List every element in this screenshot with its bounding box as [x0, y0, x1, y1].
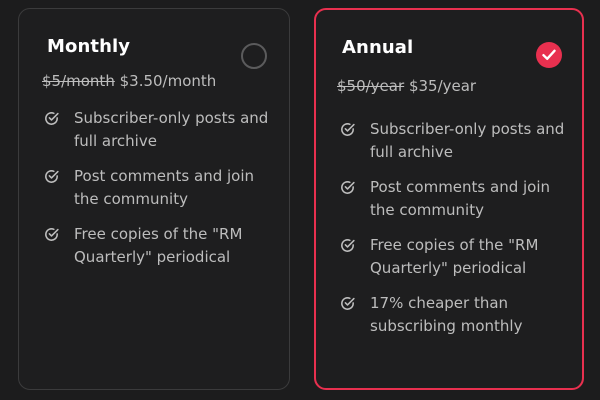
feature-text: Post comments and join the community	[74, 167, 255, 208]
check-circle-icon	[45, 228, 59, 241]
feature-item: Free copies of the "RM Quarterly" period…	[41, 223, 281, 268]
plan-title-annual: Annual	[342, 37, 414, 58]
plan-card-monthly[interactable]: Monthly $5/month $3.50/month Subscriber-…	[18, 8, 290, 390]
plan-radio-monthly[interactable]	[241, 43, 267, 69]
feature-item: Subscriber-only posts and full archive	[41, 107, 281, 152]
feature-item: Subscriber-only posts and full archive	[337, 118, 573, 163]
price-annual: $50/year $35/year	[337, 77, 476, 95]
price-old-monthly: $5/month	[42, 72, 115, 90]
plan-card-annual[interactable]: Annual $50/year $35/year Subscriber-only…	[314, 8, 584, 390]
price-old-annual: $50/year	[337, 77, 405, 95]
check-circle-icon	[341, 181, 355, 194]
price-new-monthly: $3.50/month	[119, 72, 217, 90]
feature-text: Free copies of the "RM Quarterly" period…	[370, 236, 539, 277]
feature-text: Post comments and join the community	[370, 178, 551, 219]
check-circle-icon	[341, 239, 355, 252]
feature-text: Subscriber-only posts and full archive	[370, 120, 565, 161]
checkmark-icon	[542, 49, 556, 60]
price-new-annual: $35/year	[408, 77, 477, 95]
feature-item: Free copies of the "RM Quarterly" period…	[337, 234, 573, 279]
check-circle-icon	[45, 112, 59, 125]
check-circle-icon	[45, 170, 59, 183]
feature-item: Post comments and join the community	[41, 165, 281, 210]
feature-list-monthly: Subscriber-only posts and full archive P…	[41, 107, 281, 281]
feature-text: Free copies of the "RM Quarterly" period…	[74, 225, 243, 266]
check-circle-icon	[341, 123, 355, 136]
plan-selector: Monthly $5/month $3.50/month Subscriber-…	[0, 0, 600, 400]
feature-list-annual: Subscriber-only posts and full archive P…	[337, 118, 573, 350]
plan-title-monthly: Monthly	[47, 36, 131, 57]
plan-radio-annual[interactable]	[536, 42, 562, 68]
feature-item: 17% cheaper than subscribing monthly	[337, 292, 573, 337]
feature-text: 17% cheaper than subscribing monthly	[370, 294, 523, 335]
feature-item: Post comments and join the community	[337, 176, 573, 221]
check-circle-icon	[341, 297, 355, 310]
price-monthly: $5/month $3.50/month	[42, 72, 216, 90]
feature-text: Subscriber-only posts and full archive	[74, 109, 269, 150]
